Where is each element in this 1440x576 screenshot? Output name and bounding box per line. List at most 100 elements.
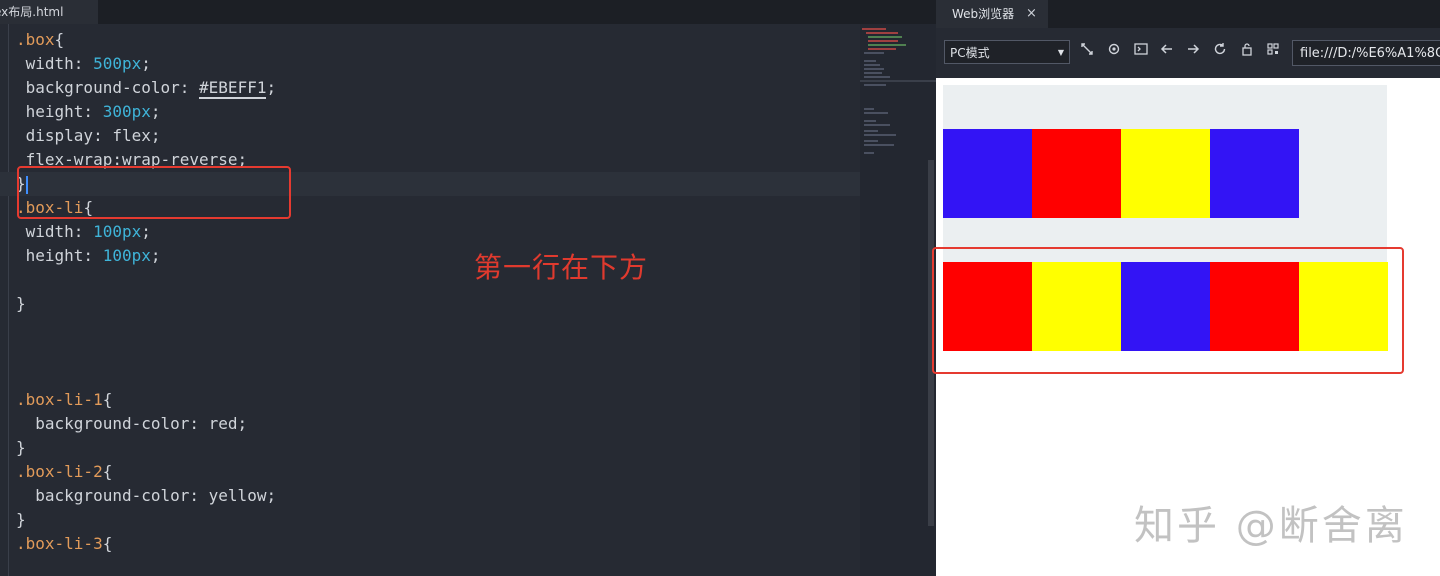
code-line[interactable]: } [0, 292, 26, 316]
minimap-line [864, 52, 884, 54]
mode-select-value: PC模式 [950, 46, 990, 60]
code-token: 100px [102, 246, 151, 265]
minimap-viewport[interactable] [860, 80, 936, 82]
minimap-line [864, 130, 878, 132]
browser-toolbar: PC模式 ▼ file:///D:/%E6%A1%8C [936, 28, 1440, 78]
flex-wrap-highlight [17, 166, 291, 219]
browser-viewport: 知乎 @断舍离 [932, 78, 1440, 576]
first-row-box [1032, 262, 1121, 351]
code-token: ; [266, 78, 277, 97]
code-token: { [54, 30, 65, 49]
minimap-line [864, 72, 882, 74]
back-icon[interactable] [1158, 42, 1176, 60]
code-line[interactable] [0, 340, 16, 364]
first-row-box [1210, 262, 1299, 351]
code-token: width: [16, 54, 94, 73]
code-editor[interactable]: ex布局.html .box{ width: 500px; background… [0, 0, 936, 576]
refresh-icon[interactable] [1211, 42, 1229, 60]
minimap-line [864, 124, 890, 126]
minimap-line [864, 140, 878, 142]
code-token: width: [16, 222, 94, 241]
code-token: 300px [102, 102, 151, 121]
code-line[interactable]: .box-li-3{ [0, 532, 112, 556]
code-line[interactable]: } [0, 436, 26, 460]
code-line[interactable] [0, 364, 16, 388]
minimap-line [868, 36, 902, 38]
first-row-box [1121, 262, 1210, 351]
editor-tab[interactable]: ex布局.html [0, 0, 98, 24]
mode-select[interactable]: PC模式 ▼ [944, 40, 1070, 64]
code-token: .box-li-2 [16, 462, 103, 481]
settings-icon[interactable] [1105, 42, 1123, 60]
minimap-line [864, 112, 888, 114]
editor-tab-title: ex布局.html [0, 5, 64, 19]
code-token: { [102, 462, 113, 481]
code-token: 100px [93, 222, 142, 241]
code-token: height: [16, 246, 103, 265]
code-token: .box-li-3 [16, 534, 103, 553]
code-line[interactable]: display: flex; [0, 124, 161, 148]
second-row-box [1032, 129, 1121, 218]
code-token: #EBEFF1 [199, 78, 267, 99]
code-line[interactable]: .box{ [0, 28, 64, 52]
minimap-line [864, 64, 880, 66]
code-token: background-color: red; [16, 414, 248, 433]
code-token: { [102, 534, 113, 553]
minimap-line [864, 144, 894, 146]
minimap-line [868, 44, 906, 46]
code-line[interactable] [0, 268, 16, 292]
minimap[interactable] [860, 24, 936, 576]
code-line[interactable]: width: 100px; [0, 220, 151, 244]
url-text: file:///D:/%E6%A1%8C [1300, 46, 1440, 61]
code-line[interactable]: } [0, 508, 26, 532]
code-token: } [16, 438, 26, 457]
annotation-text: 第一行在下方 [474, 251, 649, 284]
watermark: 知乎 @断舍离 [1134, 503, 1408, 549]
code-line[interactable]: background-color: #EBEFF1; [0, 76, 276, 100]
browser-tab-title: Web浏览器 [952, 7, 1015, 21]
code-token: background-color: yellow; [16, 486, 277, 505]
forward-icon[interactable] [1184, 42, 1202, 60]
code-token: height: [16, 102, 103, 121]
chevron-down-icon: ▼ [1057, 48, 1064, 57]
code-line[interactable]: height: 300px; [0, 100, 161, 124]
code-line[interactable]: height: 100px; [0, 244, 161, 268]
url-input[interactable]: file:///D:/%E6%A1%8C [1292, 40, 1440, 66]
code-token: display: flex; [16, 126, 161, 145]
minimap-line [864, 60, 876, 62]
lock-icon[interactable] [1238, 42, 1256, 60]
minimap-line [864, 76, 890, 78]
close-icon[interactable]: × [1026, 0, 1037, 28]
code-token: .box [16, 30, 55, 49]
minimap-line [866, 32, 898, 34]
code-token: } [16, 294, 26, 313]
code-line[interactable]: .box-li-2{ [0, 460, 112, 484]
second-row-box [943, 129, 1032, 218]
code-line[interactable]: width: 500px; [0, 52, 151, 76]
code-token: ; [150, 102, 161, 121]
editor-tabbar: ex布局.html [0, 0, 936, 24]
minimap-line [864, 134, 896, 136]
console-icon[interactable] [1132, 42, 1150, 60]
code-line[interactable] [0, 316, 16, 340]
screenshot-icon[interactable] [1078, 42, 1096, 60]
code-token: 500px [93, 54, 142, 73]
code-line[interactable]: background-color: yellow; [0, 484, 276, 508]
first-row-box [943, 262, 1032, 351]
code-token: ; [150, 246, 161, 265]
code-line[interactable]: background-color: red; [0, 412, 247, 436]
qr-icon[interactable] [1264, 42, 1282, 60]
minimap-line [864, 84, 886, 86]
code-token: ; [141, 222, 151, 241]
code-token: ; [141, 54, 151, 73]
code-token: .box-li-1 [16, 390, 103, 409]
minimap-line [862, 28, 886, 30]
minimap-line [864, 108, 874, 110]
minimap-line [864, 120, 876, 122]
second-row-box [1210, 129, 1299, 218]
code-line[interactable]: .box-li-1{ [0, 388, 112, 412]
second-row-box [1121, 129, 1210, 218]
first-row-box [1299, 262, 1388, 351]
browser-tab[interactable]: Web浏览器 × [936, 0, 1048, 28]
flex-container [932, 85, 1404, 374]
